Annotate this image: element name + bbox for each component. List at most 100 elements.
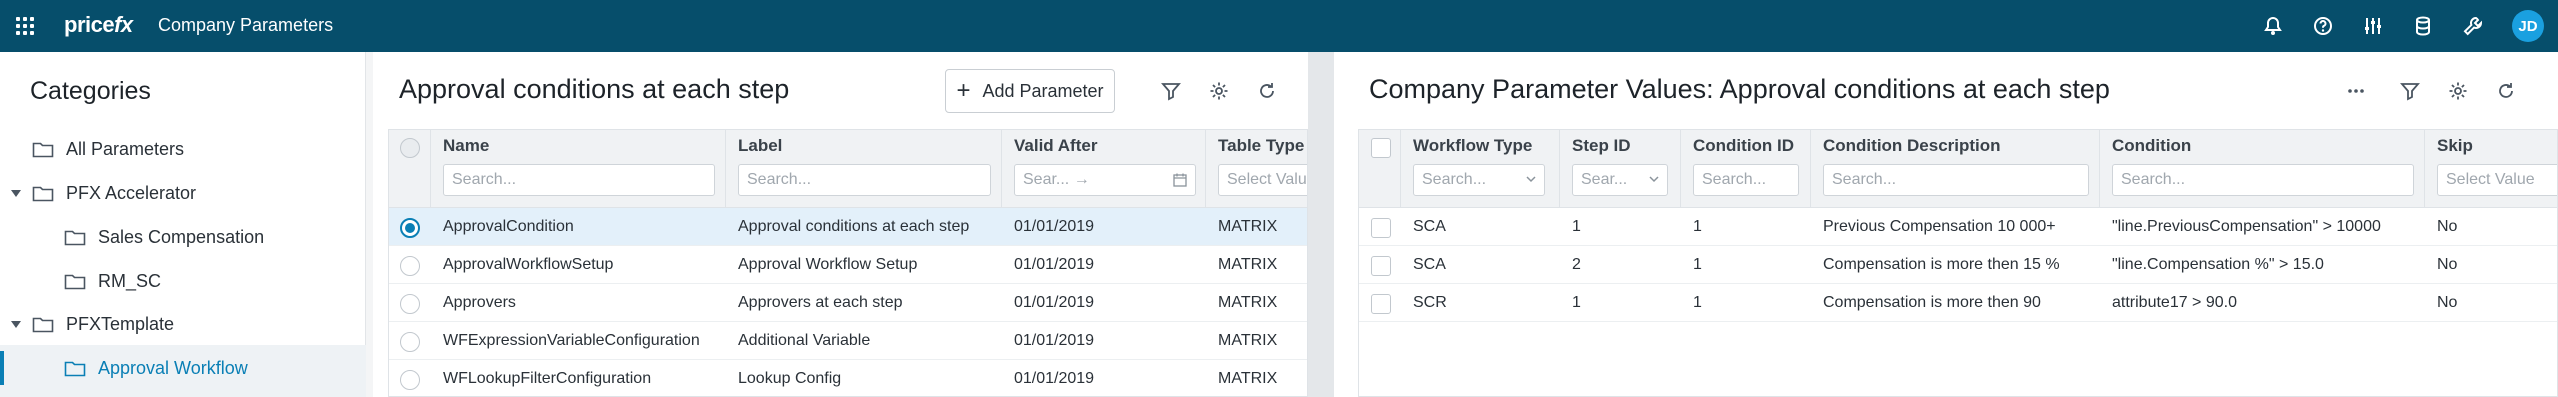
column-condition-description[interactable]: Condition Description Search... [1811, 130, 2100, 208]
app-title: Company Parameters [158, 15, 334, 35]
table-row[interactable]: Approvers Approvers at each step 01/01/2… [389, 284, 1307, 322]
filter-icon[interactable] [1159, 79, 1183, 103]
cell-skip: No [2437, 256, 2458, 273]
category-label: Sales Compensation [98, 226, 265, 247]
table-row[interactable]: SCR 1 1 Compensation is more then 90 att… [1359, 284, 2557, 322]
cell-type: MATRIX [1218, 256, 1278, 273]
database-icon[interactable] [2412, 15, 2434, 37]
row-radio[interactable] [400, 256, 420, 276]
select-all-radio[interactable] [400, 138, 420, 158]
active-indicator [0, 351, 4, 385]
row-radio[interactable] [400, 332, 420, 352]
cell-valid-after: 01/01/2019 [1014, 256, 1095, 273]
valid-after-filter-input[interactable]: Sear... → [1014, 164, 1196, 196]
folder-icon [64, 361, 86, 377]
topbar-actions: JD [2262, 0, 2544, 52]
step-id-filter-select[interactable]: Sear... [1572, 164, 1668, 196]
cell-name: ApprovalCondition [443, 218, 574, 235]
more-options-icon[interactable] [2344, 79, 2368, 103]
name-filter-input[interactable]: Search... [443, 164, 715, 196]
column-title: Condition [2112, 136, 2192, 155]
table-row[interactable]: SCA 2 1 Compensation is more then 15 % "… [1359, 246, 2557, 284]
condition-id-filter-input[interactable]: Search... [1693, 164, 1799, 196]
wrench-icon[interactable] [2462, 15, 2484, 37]
bell-icon[interactable] [2262, 15, 2284, 37]
row-checkbox[interactable] [1371, 218, 1391, 238]
category-all-parameters[interactable]: All Parameters [32, 132, 184, 166]
skip-filter-select[interactable]: Select Value [2437, 164, 2557, 196]
cell-skip: No [2437, 294, 2458, 311]
category-sales-compensation[interactable]: Sales Compensation [64, 220, 264, 254]
pricefx-logo[interactable]: pricefx [64, 12, 133, 38]
category-label: PFX Accelerator [66, 182, 197, 203]
column-table-type[interactable]: Table Type Select Value [1206, 130, 1307, 208]
cell-type: MATRIX [1218, 332, 1278, 349]
filter-icon[interactable] [2398, 79, 2422, 103]
chevron-down-icon[interactable] [11, 321, 21, 328]
user-avatar[interactable]: JD [2512, 10, 2544, 42]
condition-filter-input[interactable]: Search... [2112, 164, 2414, 196]
settings-gear-icon[interactable] [1207, 79, 1231, 103]
workflow-type-filter-select[interactable]: Search... [1413, 164, 1545, 196]
table-row[interactable]: WFExpressionVariableConfiguration Additi… [389, 322, 1307, 360]
sliders-icon[interactable] [2362, 15, 2384, 37]
row-checkbox[interactable] [1371, 256, 1391, 276]
add-parameter-button[interactable]: + Add Parameter [945, 69, 1115, 113]
column-workflow-type[interactable]: Workflow Type Search... [1401, 130, 1560, 208]
settings-gear-icon[interactable] [2446, 79, 2470, 103]
table-type-filter-select[interactable]: Select Value [1218, 164, 1307, 196]
parameters-panel: Approval conditions at each step + Add P… [373, 52, 1308, 397]
row-radio[interactable] [400, 294, 420, 314]
parameter-values-panel: Company Parameter Values: Approval condi… [1334, 52, 2558, 397]
folder-icon [64, 230, 86, 246]
table-row[interactable]: ApprovalCondition Approval conditions at… [389, 208, 1307, 246]
column-title: Condition Description [1823, 136, 2001, 155]
column-step-id[interactable]: Step ID Sear... [1560, 130, 1681, 208]
column-skip[interactable]: Skip Select Value [2425, 130, 2557, 208]
grid-header: Workflow Type Search... Step ID Sear... … [1359, 130, 2557, 208]
cell-condition: "line.PreviousCompensation" > 10000 [2112, 218, 2381, 235]
calendar-icon[interactable] [1173, 173, 1187, 187]
panel-splitter[interactable] [1308, 52, 1334, 397]
category-pfxtemplate[interactable]: PFXTemplate [11, 307, 174, 341]
category-rm-sc[interactable]: RM_SC [64, 264, 161, 298]
refresh-icon[interactable] [1255, 79, 1279, 103]
category-pfx-accelerator[interactable]: PFX Accelerator [11, 176, 197, 210]
row-radio[interactable] [400, 218, 420, 238]
refresh-icon[interactable] [2494, 79, 2518, 103]
table-row[interactable]: WFLookupFilterConfiguration Lookup Confi… [389, 360, 1307, 396]
select-column [389, 130, 431, 208]
categories-title: Categories [30, 77, 151, 105]
cell-name: WFExpressionVariableConfiguration [443, 332, 700, 349]
column-valid-after[interactable]: Valid After Sear... → [1002, 130, 1206, 208]
column-label[interactable]: Label Search... [726, 130, 1002, 208]
cell-skip: No [2437, 218, 2458, 235]
condition-description-filter-input[interactable]: Search... [1823, 164, 2089, 196]
row-checkbox[interactable] [1371, 294, 1391, 314]
chevron-down-icon[interactable] [11, 190, 21, 197]
parameter-values-title: Company Parameter Values: Approval condi… [1369, 74, 2110, 104]
cell-condition-id: 1 [1693, 218, 1702, 235]
folder-icon [32, 186, 54, 202]
label-filter-input[interactable]: Search... [738, 164, 991, 196]
category-approval-workflow[interactable]: Approval Workflow [64, 351, 248, 385]
parameter-values-grid: Workflow Type Search... Step ID Sear... … [1358, 129, 2558, 397]
table-row[interactable]: SCA 1 1 Previous Compensation 10 000+ "l… [1359, 208, 2557, 246]
column-condition[interactable]: Condition Search... [2100, 130, 2425, 208]
cell-label: Additional Variable [738, 332, 871, 349]
date-range-placeholder: Sear... → [1023, 171, 1090, 188]
parameters-title: Approval conditions at each step [399, 74, 790, 104]
apps-grid-icon[interactable] [14, 15, 36, 37]
select-all-checkbox[interactable] [1371, 138, 1391, 158]
help-icon[interactable] [2312, 15, 2334, 37]
column-name[interactable]: Name Search... [431, 130, 726, 208]
cell-condition-id: 1 [1693, 294, 1702, 311]
column-title: Step ID [1572, 136, 1631, 155]
row-radio[interactable] [400, 370, 420, 390]
cell-label: Approval conditions at each step [738, 218, 970, 235]
grid-header: Name Search... Label Search... Valid Aft… [389, 130, 1307, 208]
cell-type: MATRIX [1218, 294, 1278, 311]
table-row[interactable]: ApprovalWorkflowSetup Approval Workflow … [389, 246, 1307, 284]
cell-type: MATRIX [1218, 370, 1278, 387]
column-condition-id[interactable]: Condition ID Search... [1681, 130, 1811, 208]
